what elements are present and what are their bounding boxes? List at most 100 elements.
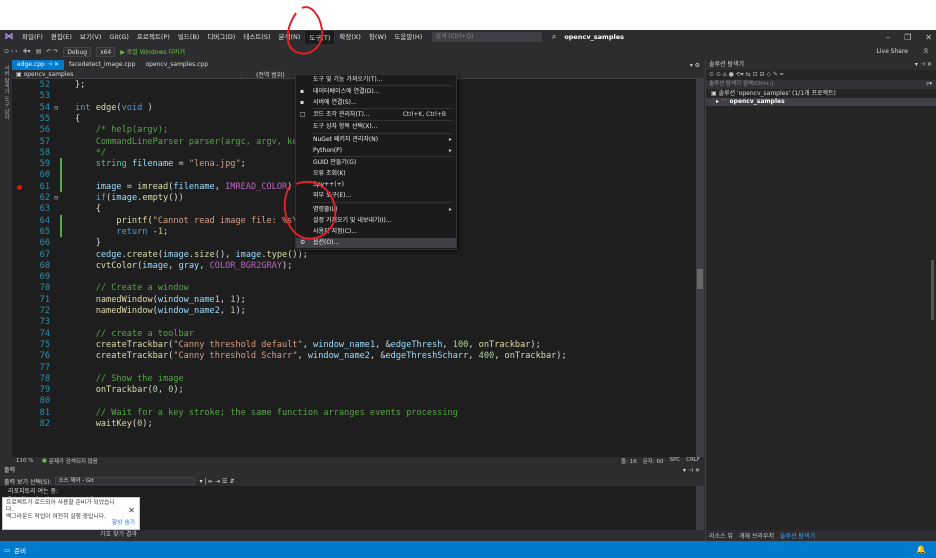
tab-opencv-samples-cpp[interactable]: opencv_samples.cpp	[140, 60, 213, 70]
tab-edge-cpp[interactable]: edge.cpp ⊣ ✕	[12, 60, 64, 70]
code-line[interactable]: 80	[12, 396, 704, 407]
menu-edit[interactable]: 편집(E)	[47, 30, 76, 44]
feedback-icon[interactable]: ℛ	[923, 48, 928, 55]
tools-menu-item-4[interactable]: 도구 상자 항목 선택(X)...	[296, 122, 456, 132]
menu-help[interactable]: 도움말(H)	[390, 30, 426, 44]
output-source-select[interactable]: 소스 제어 - Git	[55, 477, 196, 485]
back-icon[interactable]: ⊙ ‹ ›	[4, 48, 18, 55]
menu-tools[interactable]: 도구(T)	[304, 30, 336, 44]
code-line[interactable]: 76 createTrackbar("Canny threshold Schar…	[12, 351, 704, 362]
menu-git[interactable]: Git(G)	[105, 30, 133, 44]
project-dropdown[interactable]: ▣ opencv_samples	[12, 70, 242, 78]
new-project-icon[interactable]: ✚▾	[23, 48, 31, 55]
tab-find-symbol-results[interactable]: 기호 찾기 결과	[100, 530, 137, 540]
maximize-icon[interactable]: ❐	[904, 33, 911, 42]
code-line[interactable]: 72 namedWindow(window_name2, 1);	[12, 306, 704, 317]
search-input[interactable]: 검색 (Ctrl+Q) ⌕	[432, 32, 556, 42]
tools-dropdown-menu: 도구 및 기능 가져오기(T)... ▪ 데이터베이스에 연결(D)... ▪ 서버에 …	[295, 74, 457, 250]
code-line[interactable]: 79 onTrackbar(0, 0);	[12, 385, 704, 396]
start-debugging-button[interactable]: ▶ 로컬 Windows 디버거	[120, 47, 185, 56]
tools-menu-item-13[interactable]: 사용자 지정(C)...	[296, 227, 456, 237]
always-hide-link[interactable]: 항상 숨기	[112, 520, 135, 527]
issues-indicator[interactable]: 문제가 검색되지 않음	[49, 457, 98, 465]
code-line[interactable]: 68 cvtColor(image, gray, COLOR_BGR2GRAY)…	[12, 261, 704, 272]
tools-menu-item-2[interactable]: ▪ 서버에 연결(S)...	[296, 98, 456, 108]
scope-dropdown[interactable]: (전역 범위)	[242, 70, 302, 79]
menu-file[interactable]: 파일(F)	[18, 30, 47, 44]
menu-build[interactable]: 빌드(B)	[174, 30, 204, 44]
search-icon[interactable]: ⌕▾	[926, 80, 932, 89]
tab-solution-explorer[interactable]: 솔루션 탐색기	[780, 531, 815, 540]
code-line[interactable]: 75 createTrackbar("Canny threshold defau…	[12, 340, 704, 351]
tools-menu-item-3[interactable]: □ 코드 조각 관리자(T)... Ctrl+K, Ctrl+B	[296, 110, 456, 120]
tools-menu-item-11[interactable]: 명령줄(L) ▸	[296, 205, 456, 215]
solution-root-item[interactable]: ▣ 솔루션 'opencv_samples' (1/1개 프로젝트)	[706, 90, 936, 98]
tab-resource-view[interactable]: 리소스 뷰	[709, 531, 733, 540]
indent-mode[interactable]: SPC	[669, 457, 680, 465]
menu-analyze[interactable]: 분석(N)	[275, 30, 305, 44]
panel-controls-icon[interactable]: ▾ ⊣ ✕	[683, 466, 700, 476]
tools-menu-item-7[interactable]: GUID 만들기(G)	[296, 158, 456, 168]
project-item[interactable]: ▸ ⁺⁺ opencv_samples	[706, 98, 936, 106]
tab-object-browser[interactable]: 개체 브라우저	[739, 531, 774, 540]
code-line[interactable]: 69	[12, 272, 704, 283]
tab-facedetect-image-cpp[interactable]: facedetect_image.cpp	[64, 60, 141, 70]
platform-select[interactable]: x64	[96, 46, 116, 57]
code-line[interactable]: 78 // Show the image	[12, 374, 704, 385]
search-icon[interactable]: ⌕	[552, 32, 556, 42]
tab-close-icon[interactable]: ✕	[54, 61, 59, 68]
tools-menu-item-12[interactable]: 설정 가져오기 및 내보내기(I)...	[296, 216, 456, 226]
code-line[interactable]: 71 namedWindow(window_name1, 1);	[12, 295, 704, 306]
undo-icon[interactable]: ↶ ↷	[46, 48, 58, 55]
tools-menu-item-14[interactable]: ⚙ 옵션(O)...	[296, 238, 456, 248]
toast-close-icon[interactable]: ✕	[128, 507, 135, 515]
configuration-select[interactable]: Debug	[63, 46, 92, 57]
pin-icon[interactable]: ⊣	[47, 61, 52, 68]
save-icon[interactable]: ▤	[36, 48, 42, 55]
menu-debug[interactable]: 디버그(D)	[203, 30, 239, 44]
tools-menu-item-5[interactable]: NuGet 패키지 관리자(N) ▸	[296, 135, 456, 145]
solution-scrollbar[interactable]	[931, 260, 934, 320]
code-line[interactable]: 81 // Wait for a key stroke; the same fu…	[12, 408, 704, 419]
code-line[interactable]: 77	[12, 363, 704, 374]
menu-extensions[interactable]: 확장(X)	[335, 30, 365, 44]
collapse-icon[interactable]: ⊟	[54, 103, 58, 114]
notification-bell-icon[interactable]: 🔔	[916, 545, 926, 554]
zoom-level[interactable]: 110 %	[12, 458, 42, 464]
solution-explorer: 솔루션 탐색기 ▾ ⊣ ✕ ⊙ ⊙ ⌂ ● ⟲▾ ⇆ ⊡ ⊟ ◇ ✎ ━ 솔루션…	[705, 60, 936, 541]
minimize-icon[interactable]: –	[886, 33, 890, 42]
code-line[interactable]: 74 // create a toolbar	[12, 329, 704, 340]
close-icon[interactable]: ✕	[925, 33, 932, 42]
output-scrollbar[interactable]	[696, 486, 704, 530]
tools-menu-item-9[interactable]: Spy++(+)	[296, 180, 456, 190]
output-title: 출력	[4, 467, 16, 474]
tools-menu-item-1[interactable]: ▪ 데이터베이스에 연결(D)...	[296, 87, 456, 97]
menu-window[interactable]: 창(W)	[365, 30, 390, 44]
menu-separator	[313, 133, 453, 134]
code-line[interactable]: 70 // Create a window	[12, 283, 704, 294]
menu-item-label: 설정 가져오기 및 내보내기(I)...	[313, 217, 392, 224]
collapse-icon[interactable]: ⊟	[54, 193, 58, 204]
menu-item-shortcut: Ctrl+K, Ctrl+B	[402, 111, 446, 118]
tab-overflow-icon[interactable]: ▾ ⚙	[690, 62, 700, 69]
tools-menu-item-10[interactable]: 외부 도구(E)...	[296, 191, 456, 201]
menu-item-label: 사용자 지정(C)...	[313, 228, 358, 235]
line-ending[interactable]: CRLF	[686, 457, 700, 465]
output-toolbar-icons[interactable]: ▾ | ⇤ ⇥ ☰ ⇵	[199, 478, 234, 485]
menu-item-label: 옵션(O)...	[313, 239, 340, 246]
menu-test[interactable]: 테스트(S)	[239, 30, 274, 44]
tools-menu-item-6[interactable]: Python(P) ▸	[296, 146, 456, 156]
code-line[interactable]: 73	[12, 317, 704, 328]
code-line[interactable]: 67 cedge.create(image.size(), image.type…	[12, 250, 704, 261]
code-line[interactable]: 82 waitKey(0);	[12, 419, 704, 430]
live-share-button[interactable]: Live Share	[877, 48, 908, 55]
solution-search-input[interactable]: 솔루션 탐색기 검색(Ctrl+;) ⌕▾	[706, 80, 936, 89]
panel-controls-icon[interactable]: ▾ ⊣ ✕	[915, 60, 932, 70]
tools-menu-item-8[interactable]: 오류 조회(K)	[296, 169, 456, 179]
solution-explorer-toolbar[interactable]: ⊙ ⊙ ⌂ ● ⟲▾ ⇆ ⊡ ⊟ ◇ ✎ ━	[706, 70, 936, 80]
server-explorer-tab[interactable]: 서버 탐색기 도구 상자	[2, 65, 10, 120]
menu-project[interactable]: 프로젝트(P)	[133, 30, 174, 44]
tools-menu-item-0[interactable]: 도구 및 기능 가져오기(T)...	[296, 75, 456, 85]
breakpoint-icon[interactable]	[17, 184, 22, 190]
menu-view[interactable]: 보기(V)	[76, 30, 105, 44]
